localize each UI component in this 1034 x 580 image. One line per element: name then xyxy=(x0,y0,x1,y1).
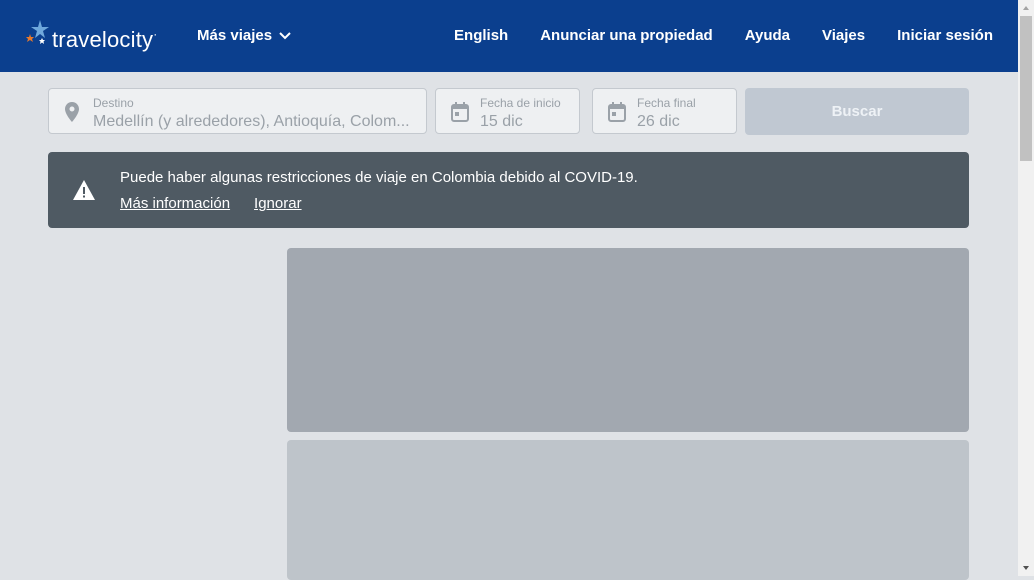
alert-message: Puede haber algunas restricciones de via… xyxy=(120,169,638,186)
nav-help[interactable]: Ayuda xyxy=(745,27,790,44)
scrollbar-thumb[interactable] xyxy=(1020,16,1032,161)
ignore-link[interactable]: Ignorar xyxy=(254,195,302,212)
end-date-field[interactable]: Fecha final 26 dic xyxy=(592,88,737,134)
destination-value: Medellín (y alrededores), Antioquía, Col… xyxy=(93,113,410,130)
covid-alert-banner: Puede haber algunas restricciones de via… xyxy=(48,152,969,228)
end-date-label: Fecha final xyxy=(637,96,696,110)
location-pin-icon xyxy=(65,102,79,122)
warning-icon xyxy=(73,180,95,200)
vertical-scrollbar[interactable] xyxy=(1018,0,1034,576)
calendar-icon xyxy=(451,102,469,122)
alert-links: Más información Ignorar xyxy=(120,195,302,212)
top-header: travelocity· Más viajes English Anunciar… xyxy=(0,0,1018,72)
more-info-link[interactable]: Más información xyxy=(120,195,230,212)
destination-label: Destino xyxy=(93,96,134,110)
calendar-icon xyxy=(608,102,626,122)
logo-text: travelocity· xyxy=(52,27,158,52)
start-date-value: 15 dic xyxy=(480,113,523,130)
start-date-field[interactable]: Fecha de inicio 15 dic xyxy=(435,88,580,134)
chevron-down-icon xyxy=(279,31,291,39)
start-date-label: Fecha de inicio xyxy=(480,96,561,110)
nav-list-property[interactable]: Anunciar una propiedad xyxy=(540,27,713,44)
gnome-star-icon xyxy=(26,20,49,44)
destination-field[interactable]: Destino Medellín (y alrededores), Antioq… xyxy=(48,88,427,134)
loading-placeholder-card xyxy=(287,248,969,432)
header-nav: English Anunciar una propiedad Ayuda Via… xyxy=(454,27,993,44)
loading-placeholder-card xyxy=(287,440,969,580)
more-trips-label: Más viajes xyxy=(197,27,273,44)
end-date-value: 26 dic xyxy=(637,113,680,130)
search-button[interactable]: Buscar xyxy=(745,88,969,135)
nav-sign-in[interactable]: Iniciar sesión xyxy=(897,27,993,44)
nav-trips[interactable]: Viajes xyxy=(822,27,865,44)
nav-english[interactable]: English xyxy=(454,27,508,44)
more-trips-menu[interactable]: Más viajes xyxy=(197,27,292,44)
travelocity-logo[interactable]: travelocity· xyxy=(22,18,162,54)
scroll-up-arrow-icon[interactable] xyxy=(1018,0,1034,16)
scroll-down-arrow-icon[interactable] xyxy=(1018,560,1034,576)
